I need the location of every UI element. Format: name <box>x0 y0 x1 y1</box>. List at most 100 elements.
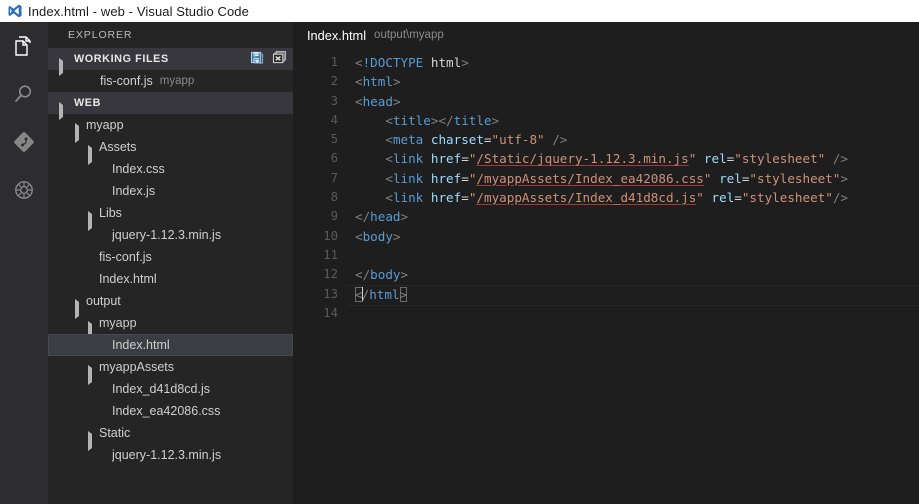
tree-item-label: Index.html <box>99 272 157 286</box>
tree-file[interactable]: Index.html <box>48 334 293 356</box>
code-line[interactable]: 4 <title></title> <box>293 111 919 130</box>
code-line[interactable]: 8 <link href="/myappAssets/Index_d41d8cd… <box>293 188 919 207</box>
line-number: 9 <box>330 209 338 224</box>
code-line[interactable]: 6 <link href="/Static/jquery-1.12.3.min.… <box>293 149 919 168</box>
code-line[interactable]: 9 </head> <box>293 207 919 226</box>
code-text: <link href="/myappAssets/Index_d41d8cd.j… <box>385 190 848 206</box>
line-number: 5 <box>330 132 338 147</box>
line-number: 2 <box>330 74 338 89</box>
code-line[interactable]: 7 <link href="/myappAssets/Index_ea42086… <box>293 169 919 188</box>
line-number: 10 <box>323 228 338 243</box>
tree-item-label: output <box>86 294 121 308</box>
section-web[interactable]: WEB <box>48 92 293 120</box>
tree-item-label: Static <box>99 426 131 440</box>
tree-item-label: Index_d41d8cd.js <box>112 382 210 396</box>
code-text: <head> <box>355 93 401 109</box>
activity-item-search[interactable] <box>0 70 48 118</box>
code-line[interactable]: 14 <box>293 304 919 323</box>
code-editor[interactable]: 1 <!DOCTYPE html> 2 <html> 3 <head> 4 <title><… <box>293 53 919 323</box>
current-line-highlight <box>347 284 919 306</box>
line-number: 7 <box>330 170 338 185</box>
line-number: 14 <box>323 305 338 320</box>
section-working-files-label: WORKING FILES <box>74 53 169 65</box>
tree-item-label: Assets <box>99 140 137 154</box>
code-text: <body> <box>355 228 401 244</box>
section-working-files[interactable]: WORKING FILES <box>48 48 293 76</box>
section-web-label: WEB <box>74 97 101 109</box>
line-number: 13 <box>323 286 338 301</box>
code-line[interactable]: 2 <html> <box>293 72 919 91</box>
tree-file[interactable]: fis-conf.js <box>48 246 293 268</box>
code-text: <!DOCTYPE html> <box>355 55 469 70</box>
tree-item-label: myappAssets <box>99 360 175 374</box>
tree-file[interactable]: Index.css <box>48 158 293 180</box>
code-text: <link href="/myappAssets/Index_ea42086.c… <box>385 170 848 186</box>
tree-folder[interactable]: Libs <box>48 202 293 231</box>
tree-folder[interactable]: myapp <box>48 312 293 341</box>
working-file-name: fis-conf.js <box>100 74 153 88</box>
window-title: Index.html - web - Visual Studio Code <box>28 3 249 19</box>
code-line[interactable]: 13 </html> <box>293 284 919 306</box>
activity-item-source-control[interactable] <box>0 118 48 166</box>
list-item[interactable]: fis-conf.js myapp <box>48 70 293 92</box>
tree-folder[interactable]: myappAssets <box>48 356 293 385</box>
search-icon <box>12 82 36 106</box>
code-line[interactable]: 12 </body> <box>293 265 919 284</box>
tree-item-label: myapp <box>99 316 137 330</box>
working-files-actions <box>250 50 287 65</box>
tree-item-label: Libs <box>99 206 122 220</box>
vscode-logo-icon <box>8 4 22 18</box>
source-control-icon <box>12 130 36 154</box>
tree-folder[interactable]: myapp <box>48 114 293 143</box>
line-number: 4 <box>330 112 338 127</box>
line-number: 8 <box>330 190 338 205</box>
code-text: </head> <box>355 209 409 225</box>
tree-item-label: myapp <box>86 118 124 132</box>
files-icon <box>12 34 36 58</box>
tree-file[interactable]: Index.js <box>48 180 293 202</box>
line-number: 12 <box>323 267 338 282</box>
code-line[interactable]: 3 <head> <box>293 92 919 111</box>
web-file-tree: myapp Assets Index.css Index.js Libs jquery-1… <box>48 114 293 466</box>
tree-item-label: Index.js <box>112 184 156 198</box>
explorer-title: EXPLORER <box>68 29 133 41</box>
tree-item-label: Index.html <box>112 338 170 352</box>
line-number: 6 <box>330 151 338 166</box>
code-text: </body> <box>355 267 409 283</box>
title-bar: Index.html - web - Visual Studio Code <box>0 0 919 22</box>
tree-file[interactable]: Index_ea42086.css <box>48 400 293 422</box>
close-all-icon[interactable] <box>272 50 287 65</box>
tree-folder[interactable]: Assets <box>48 136 293 165</box>
editor-tab-path: output\myapp <box>374 29 444 41</box>
editor-tab[interactable]: Index.html output\myapp <box>293 22 919 48</box>
tree-item-label: fis-conf.js <box>99 250 152 264</box>
activity-item-explorer[interactable] <box>0 22 48 70</box>
tree-file[interactable]: jquery-1.12.3.min.js <box>48 224 293 246</box>
activity-item-debug[interactable] <box>0 166 48 214</box>
code-text: <html> <box>355 74 401 90</box>
tree-file[interactable]: jquery-1.12.3.min.js <box>48 444 293 466</box>
editor-area: Index.html output\myapp 1 <!DOCTYPE html>… <box>293 22 919 504</box>
code-text: <link href="/Static/jquery-1.12.3.min.js… <box>385 151 849 167</box>
tree-folder[interactable]: Static <box>48 422 293 451</box>
code-line[interactable]: 5 <meta charset="utf-8" /> <box>293 130 919 149</box>
explorer-sidebar: EXPLORER WORKING FILES fis-conf.js myapp… <box>48 22 293 504</box>
tree-item-label: jquery-1.12.3.min.js <box>112 448 222 462</box>
tree-item-label: Index_ea42086.css <box>112 404 221 418</box>
tree-file[interactable]: Index.html <box>48 268 293 290</box>
save-all-icon[interactable] <box>250 50 265 65</box>
code-line[interactable]: 10 <body> <box>293 227 919 246</box>
code-line[interactable]: 1 <!DOCTYPE html> <box>293 53 919 72</box>
activity-bar <box>0 22 48 504</box>
code-text: <meta charset="utf-8" /> <box>385 132 568 148</box>
tree-item-label: jquery-1.12.3.min.js <box>112 228 222 242</box>
working-file-path: myapp <box>159 75 195 87</box>
debug-icon <box>12 178 36 202</box>
line-number: 11 <box>323 247 338 262</box>
working-files-list: fis-conf.js myapp <box>48 70 293 92</box>
code-line[interactable]: 11 <box>293 246 919 265</box>
tree-item-label: Index.css <box>112 162 165 176</box>
tree-folder[interactable]: output <box>48 290 293 319</box>
line-number: 3 <box>330 93 338 108</box>
tree-file[interactable]: Index_d41d8cd.js <box>48 378 293 400</box>
